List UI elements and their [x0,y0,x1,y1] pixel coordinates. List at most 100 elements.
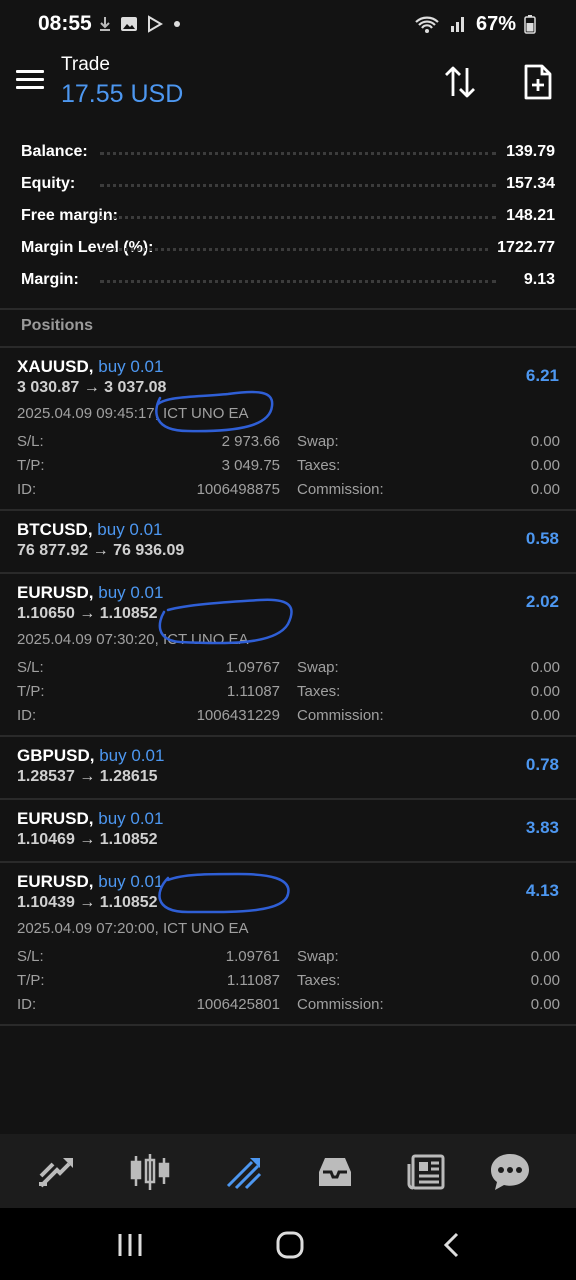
id-value: 1006431229 [196,706,280,724]
back-icon[interactable] [432,1228,472,1262]
home-icon[interactable] [270,1228,310,1262]
summary-value: 1722.77 [491,239,555,257]
summary-row: Free margin: 148.21 [0,200,576,232]
position-side: buy 0.01 [98,583,164,602]
sl-label: S/L: [17,432,44,450]
id-label: ID: [17,480,37,498]
id-label: ID: [17,995,37,1013]
status-time: 08:55 [38,12,92,35]
history-icon[interactable] [313,1150,357,1194]
tp-label: T/P: [17,682,45,700]
position-open-info: 2025.04.09 07:30:20, ICT UNO EA [17,631,249,648]
profit-total: 17.55 USD [61,80,184,108]
trade-icon[interactable] [222,1150,266,1194]
taxes-label: Taxes: [297,456,341,474]
menu-icon[interactable] [16,70,44,90]
sl-label: S/L: [17,947,44,965]
position-open-info: 2025.04.09 07:20:00, ICT UNO EA [17,920,249,937]
taxes-value: 0.00 [530,456,560,474]
bottom-nav [0,1134,576,1208]
news-icon[interactable] [405,1150,449,1194]
id-label: ID: [17,706,37,724]
position-profit: 3.83 [525,818,559,837]
positions-list: XAUUSD, buy 0.01 3 030.87 → 3 037.08 6.21 2… [0,348,576,1026]
position-symbol: EURUSD, [17,583,94,602]
position-profit: 0.58 [525,529,559,548]
gallery-icon [121,17,137,31]
battery-level: 67% [475,12,516,35]
summary-value: 139.79 [500,143,555,161]
wifi-icon [415,16,439,33]
taxes-value: 0.00 [530,682,560,700]
play-store-icon [148,15,163,33]
summary-label: Equity: [21,175,76,192]
position-symbol: BTCUSD, [17,520,93,539]
position-side: buy 0.01 [98,872,164,891]
taxes-label: Taxes: [297,682,341,700]
position-profit: 6.21 [525,366,559,385]
summary-label: Margin: [21,271,79,288]
status-bar: 08:55 67% [0,0,576,48]
chart-icon[interactable] [128,1150,172,1194]
swap-label: Swap: [297,658,339,676]
new-order-icon[interactable] [518,62,558,102]
tp-value: 1.11087 [226,971,280,989]
dotted-leader [100,216,496,219]
position-prices: 1.10469 → 1.10852 [17,831,158,848]
tp-label: T/P: [17,456,45,474]
position-details: S/L: 1.09761 Swap: 0.00 T/P: 1.11087 Taxes: 0.0… [17,944,560,1016]
signal-icon [450,17,464,32]
id-value: 1006498875 [196,480,280,498]
sort-icon[interactable] [440,62,480,102]
commission-value: 0.00 [530,995,560,1013]
tp-value: 3 049.75 [221,456,280,474]
swap-value: 0.00 [530,432,560,450]
dotted-leader [100,280,496,283]
position-row[interactable]: EURUSD, buy 0.01 1.10650 → 1.10852 2.02 202… [0,574,576,737]
position-symbol: XAUUSD, [17,357,94,376]
system-nav-bar [0,1208,576,1280]
chat-icon[interactable] [488,1150,532,1194]
divider [0,308,576,310]
page-title: Trade [61,54,110,75]
swap-label: Swap: [297,947,339,965]
position-row[interactable]: XAUUSD, buy 0.01 3 030.87 → 3 037.08 6.21 2… [0,348,576,511]
position-row[interactable]: EURUSD, buy 0.01 1.10439 → 1.10852 4.13 202… [0,863,576,1026]
position-symbol: EURUSD, [17,872,94,891]
taxes-label: Taxes: [297,971,341,989]
position-side: buy 0.01 [98,357,164,376]
position-row[interactable]: EURUSD, buy 0.01 1.10469 → 1.10852 3.83 [0,800,576,863]
sl-label: S/L: [17,658,44,676]
swap-label: Swap: [297,432,339,450]
position-profit: 4.13 [525,881,559,900]
swap-value: 0.00 [530,658,560,676]
quotes-icon[interactable] [35,1150,79,1194]
dotted-leader [100,152,496,155]
account-summary: Balance: 139.79 Equity: 157.34 Free margin: 1… [0,136,576,296]
sl-value: 2 973.66 [221,432,280,450]
dotted-leader [100,184,496,187]
battery-icon [524,15,536,34]
summary-row: Margin Level (%): 1722.77 [0,232,576,264]
download-icon [100,17,110,31]
position-profit: 0.78 [525,755,559,774]
recents-icon[interactable] [110,1228,150,1262]
swap-value: 0.00 [530,947,560,965]
id-value: 1006425801 [196,995,280,1013]
summary-row: Equity: 157.34 [0,168,576,200]
position-row[interactable]: GBPUSD, buy 0.01 1.28537 → 1.28615 0.78 [0,737,576,800]
position-prices: 1.10650 → 1.10852 [17,605,158,622]
position-side: buy 0.01 [99,746,165,765]
position-symbol: GBPUSD, [17,746,95,765]
commission-value: 0.00 [530,480,560,498]
summary-value: 9.13 [517,271,555,289]
commission-value: 0.00 [530,706,560,724]
taxes-value: 0.00 [530,971,560,989]
positions-header: Positions [21,317,94,334]
tp-value: 1.11087 [226,682,280,700]
position-side: buy 0.01 [98,809,164,828]
commission-label: Commission: [297,995,384,1013]
position-row[interactable]: BTCUSD, buy 0.01 76 877.92 → 76 936.09 0.5… [0,511,576,574]
summary-value: 157.34 [500,175,555,193]
position-symbol: EURUSD, [17,809,94,828]
